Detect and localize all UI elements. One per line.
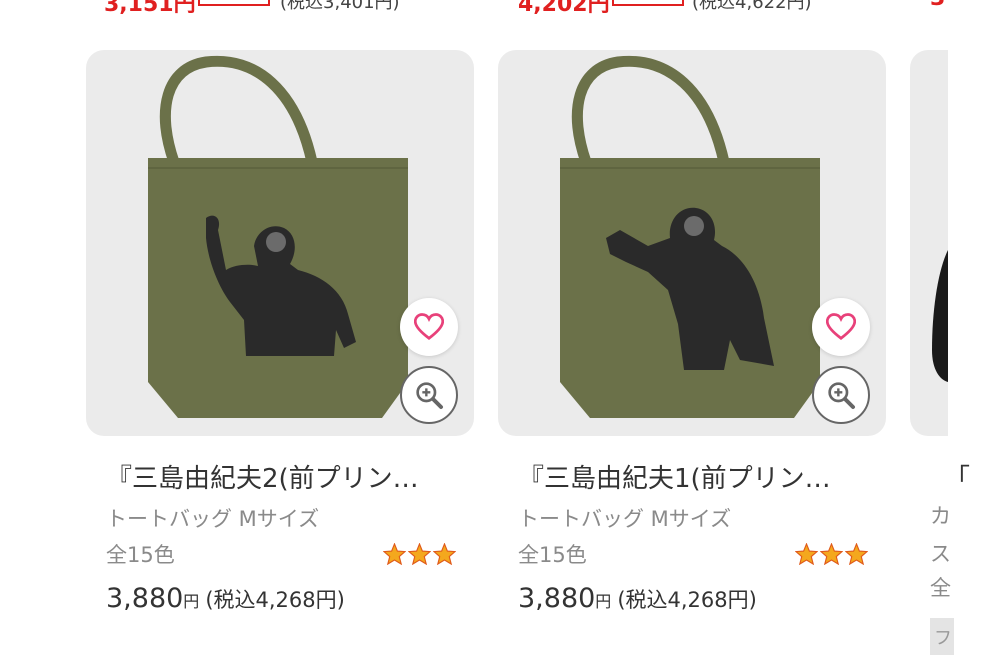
product-title[interactable]: 『三島由紀夫2(前プリン… <box>106 458 466 495</box>
product-image-partial[interactable] <box>910 50 948 436</box>
product-category: トートバッグ Mサイズ <box>106 507 320 531</box>
product-line-partial: ス <box>930 542 951 566</box>
badge-partial: フ <box>930 618 954 655</box>
star-icon <box>845 543 868 565</box>
product-title-partial[interactable]: 「 <box>944 458 970 495</box>
heart-icon <box>414 313 444 340</box>
rating-stars <box>795 543 868 565</box>
zoom-button[interactable] <box>812 366 870 424</box>
price-tax-included: (税込4,268円) <box>617 588 757 612</box>
price-tax-included: (税込4,268円) <box>205 588 345 612</box>
product-title[interactable]: 『三島由紀夫1(前プリン… <box>518 458 878 495</box>
product-category: トートバッグ Mサイズ <box>518 507 732 531</box>
favorite-button[interactable] <box>400 298 458 356</box>
heart-icon <box>826 313 856 340</box>
star-icon <box>795 543 818 565</box>
product-image[interactable] <box>86 50 474 436</box>
color-count: 全15色 <box>106 543 175 567</box>
price-top-2: 4,202円 <box>518 0 610 17</box>
star-icon <box>408 543 431 565</box>
price-top-3: 3 <box>930 0 945 11</box>
product-thumbnail-partial <box>932 250 948 382</box>
favorite-button[interactable] <box>812 298 870 356</box>
previous-row-prices: 3,151円 (税込3,401円) 4,202円 (税込4,622円) 3 <box>0 0 984 17</box>
star-icon <box>820 543 843 565</box>
price-currency: 円 <box>183 592 200 611</box>
zoom-in-icon <box>416 382 443 409</box>
rating-stars <box>383 543 456 565</box>
price-top-1: 3,151円 <box>104 0 196 17</box>
star-icon <box>383 543 406 565</box>
price-value: 3,880 <box>518 583 596 614</box>
price-box-top-1 <box>198 0 270 6</box>
color-count-partial: 全 <box>930 576 951 600</box>
product-price: 3,880円 (税込4,268円) <box>518 583 886 614</box>
product-price: 3,880円 (税込4,268円) <box>106 583 474 614</box>
product-category-partial: カ <box>930 504 951 528</box>
product-card[interactable]: 『三島由紀夫1(前プリン… トートバッグ Mサイズ 全15色 3,880円 (税込… <box>498 50 886 614</box>
color-count: 全15色 <box>518 543 587 567</box>
price-currency: 円 <box>595 592 612 611</box>
tax-top-1: (税込3,401円) <box>280 0 400 13</box>
zoom-in-icon <box>828 382 855 409</box>
price-box-top-2 <box>612 0 684 6</box>
zoom-button[interactable] <box>400 366 458 424</box>
price-value: 3,880 <box>106 583 184 614</box>
product-card[interactable]: 『三島由紀夫2(前プリン… トートバッグ Mサイズ 全15色 3,880円 (税込… <box>86 50 474 614</box>
star-icon <box>433 543 456 565</box>
tax-top-2: (税込4,622円) <box>692 0 812 13</box>
product-image[interactable] <box>498 50 886 436</box>
